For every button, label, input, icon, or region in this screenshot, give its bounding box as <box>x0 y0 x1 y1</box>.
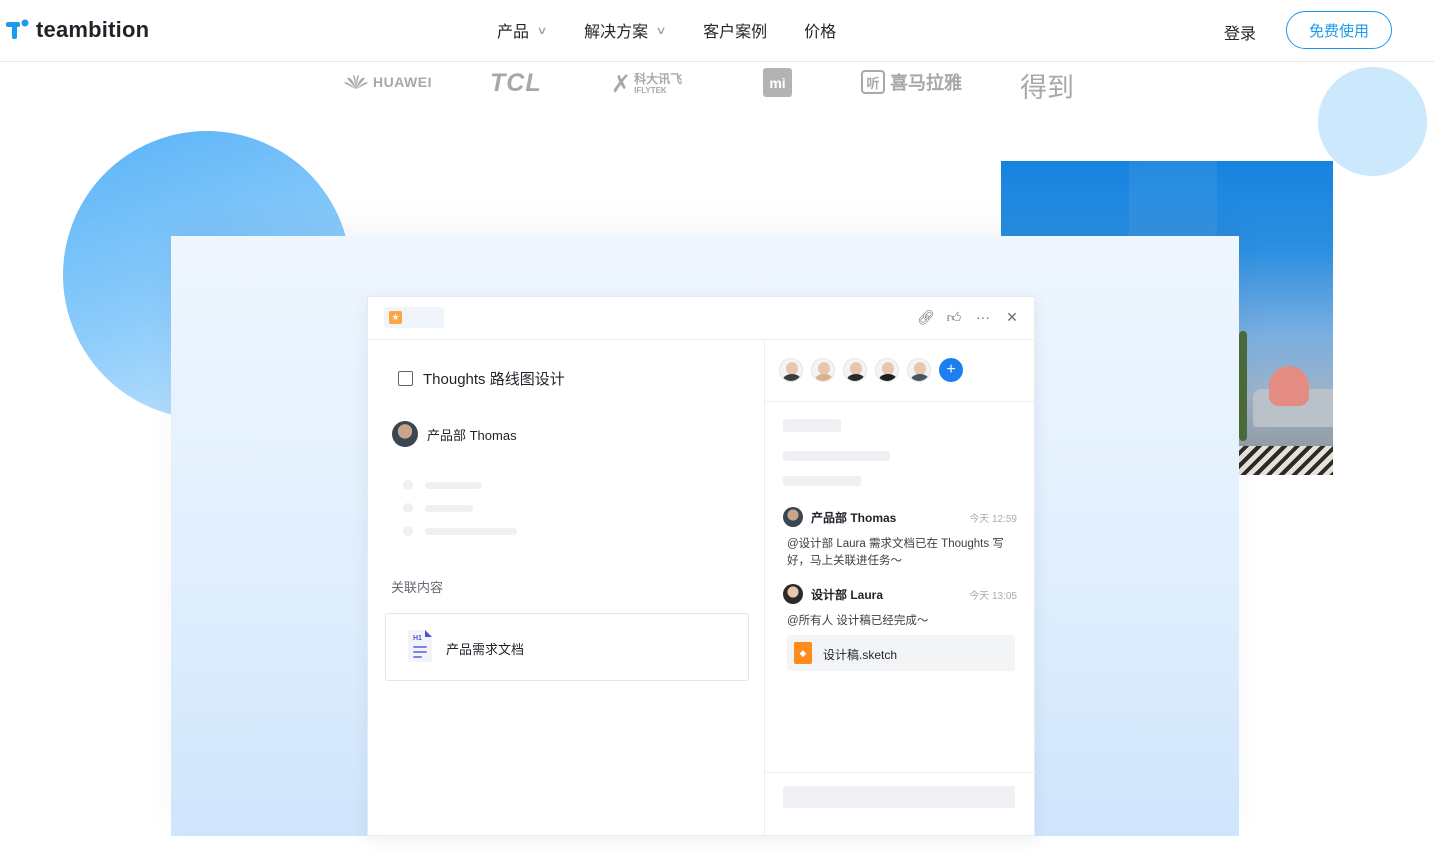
document-fold <box>425 630 432 637</box>
placeholder-bar <box>425 527 517 535</box>
teambition-logo[interactable]: teambition <box>6 17 149 43</box>
task-main-pane: Thoughts 路线图设计 产品部 Thomas 关联内容 H1 产品需求文档 <box>368 340 765 837</box>
customer-logos: HUAWEI TCL ✗ 科大讯飞 IFLYTEK mi 听 喜马拉雅 得到 <box>0 66 1434 103</box>
placeholder-dot <box>403 480 413 490</box>
iflytek-mark-icon: ✗ <box>611 71 632 98</box>
placeholder-bar <box>783 476 861 486</box>
avatar[interactable] <box>811 358 835 382</box>
comment-header: 产品部 Thomas 今天 12:59 <box>783 507 1017 527</box>
add-member-button[interactable]: + <box>939 358 963 382</box>
nav-item-pricing[interactable]: 价格 <box>804 18 836 42</box>
avatar <box>392 421 418 447</box>
login-link[interactable]: 登录 <box>1224 20 1256 44</box>
star-icon: ★ <box>389 311 402 324</box>
placeholder-row <box>403 480 482 490</box>
task-assignee[interactable]: 产品部 Thomas <box>392 421 517 447</box>
photo-rug <box>1231 446 1333 475</box>
task-title-row: Thoughts 路线图设计 <box>398 368 565 389</box>
assignee-name: 产品部 Thomas <box>427 427 517 443</box>
attachment-item[interactable]: ◆ 设计稿.sketch <box>787 635 1015 671</box>
nav-item-label: 价格 <box>804 24 837 41</box>
teambition-logo-icon <box>6 19 29 39</box>
logo-text: teambition <box>36 17 150 42</box>
placeholder-bar <box>783 451 890 461</box>
ximalaya-text: 喜马拉雅 <box>890 73 962 93</box>
comment-item: 设计部 Laura 今天 13:05 @所有人 设计稿已经完成～ <box>783 584 1017 630</box>
iflytek-logo: ✗ 科大讯飞 IFLYTEK <box>611 70 682 99</box>
avatar[interactable] <box>843 358 867 382</box>
avatar[interactable] <box>779 358 803 382</box>
comment-body: @设计部 Laura 需求文档已在 Thoughts 写好，马上关联进任务～ <box>787 538 1004 567</box>
nav-item-label: 产品 <box>497 24 530 41</box>
photo-person <box>1269 366 1309 406</box>
comment-author: 产品部 Thomas <box>811 510 897 525</box>
thumbs-up-icon[interactable]: 👍︎ <box>946 309 962 326</box>
placeholder-bar <box>783 419 841 432</box>
nav-item-product[interactable]: 产品 ∨ <box>497 18 548 42</box>
huawei-logo: HUAWEI <box>343 74 432 90</box>
chevron-down-icon: ∨ <box>536 24 548 37</box>
document-icon: H1 <box>408 630 432 662</box>
task-title[interactable]: Thoughts 路线图设计 <box>423 368 565 389</box>
card-actions: 🔗︎ 👍︎ ··· ✕ <box>917 309 1020 326</box>
decorative-circle-small <box>1318 67 1427 176</box>
comment-item: 产品部 Thomas 今天 12:59 @设计部 Laura 需求文档已在 Th… <box>783 507 1017 570</box>
placeholder-row <box>403 526 517 536</box>
participant-avatars: + <box>779 358 963 382</box>
comment-time: 今天 12:59 <box>969 513 1017 525</box>
avatar[interactable] <box>907 358 931 382</box>
free-trial-button[interactable]: 免费使用 <box>1286 11 1392 49</box>
chevron-down-icon: ∨ <box>655 24 667 37</box>
task-checkbox[interactable] <box>398 371 413 386</box>
nav-item-customers[interactable]: 客户案例 <box>703 18 767 42</box>
doc-heading-tag: H1 <box>413 635 422 642</box>
related-doc-name: 产品需求文档 <box>446 642 525 657</box>
main-nav: 产品 ∨ 解决方案 ∨ 客户案例 价格 <box>497 18 836 42</box>
dedao-logo: 得到 <box>1020 73 1074 103</box>
comment-input[interactable] <box>783 786 1015 808</box>
attachment-name: 设计稿.sketch <box>823 648 898 662</box>
placeholder-row <box>403 503 473 513</box>
xiaomi-logo: mi <box>763 68 792 97</box>
nav-item-solutions[interactable]: 解决方案 ∨ <box>584 18 667 42</box>
divider <box>765 401 1036 402</box>
card-toolbar: ★ 🔗︎ 👍︎ ··· ✕ <box>368 297 1036 340</box>
close-icon[interactable]: ✕ <box>1004 309 1020 326</box>
related-content-label: 关联内容 <box>391 580 444 595</box>
sketch-file-icon: ◆ <box>794 642 812 664</box>
iflytek-en-text: IFLYTEK <box>634 85 667 95</box>
related-doc-item[interactable]: H1 产品需求文档 <box>385 613 749 681</box>
photo-plant <box>1239 331 1247 441</box>
comment-header: 设计部 Laura 今天 13:05 <box>783 584 1017 604</box>
huawei-flower-icon <box>344 74 368 89</box>
divider <box>765 772 1036 773</box>
placeholder-bar <box>425 504 473 512</box>
nav-item-label: 解决方案 <box>584 24 649 41</box>
avatar <box>783 584 803 604</box>
ximalaya-icon: 听 <box>861 70 885 94</box>
placeholder-dot <box>403 526 413 536</box>
more-icon[interactable]: ··· <box>975 309 991 326</box>
top-navbar: teambition 产品 ∨ 解决方案 ∨ 客户案例 价格 登录 免费使用 <box>0 0 1434 62</box>
avatar <box>783 507 803 527</box>
huawei-logo-text: HUAWEI <box>373 74 432 90</box>
iflytek-cn-text: 科大讯飞 <box>634 71 683 86</box>
doc-line <box>413 656 422 658</box>
comment-body: @所有人 设计稿已经完成～ <box>787 615 929 627</box>
doc-line <box>413 646 427 648</box>
comment-time: 今天 13:05 <box>969 590 1017 602</box>
placeholder-dot <box>403 503 413 513</box>
task-type-chip[interactable]: ★ <box>384 307 444 328</box>
avatar[interactable] <box>875 358 899 382</box>
tcl-logo: TCL <box>490 69 542 97</box>
nav-item-label: 客户案例 <box>703 24 768 41</box>
placeholder-bar <box>425 481 482 489</box>
activity-pane: + 产品部 Thomas 今天 12:59 @设计部 Laura 需求文档已在 … <box>765 340 1036 837</box>
comment-author: 设计部 Laura <box>811 587 884 602</box>
doc-line <box>413 651 427 653</box>
ximalaya-logo: 听 喜马拉雅 <box>861 69 962 95</box>
task-detail-card: ★ 🔗︎ 👍︎ ··· ✕ Thoughts 路线图设计 产品部 Thomas … <box>367 296 1036 837</box>
link-icon[interactable]: 🔗︎ <box>917 309 935 326</box>
